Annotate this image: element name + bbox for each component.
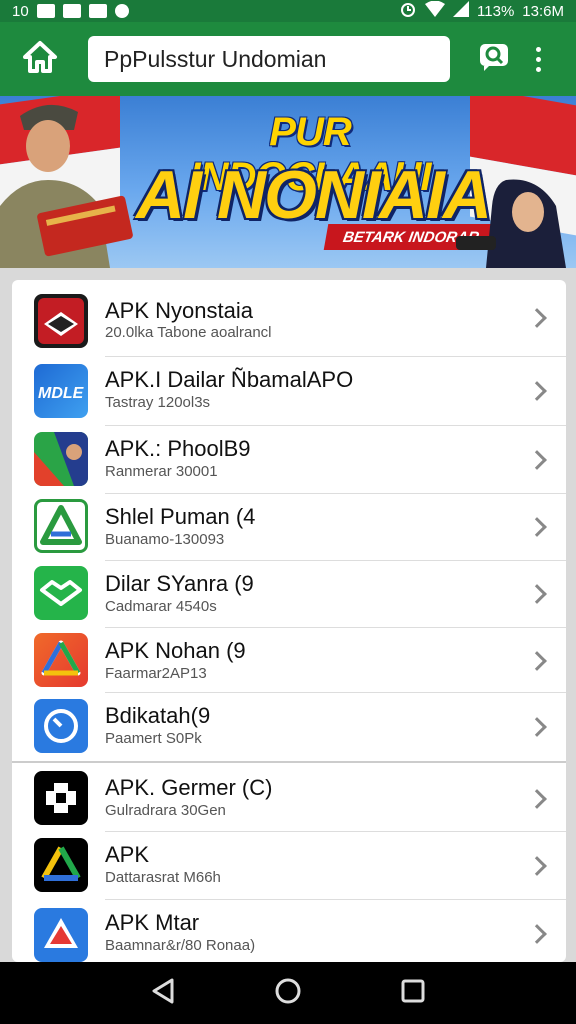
app-subtitle: Tastray 120ol3s	[105, 394, 211, 411]
app-title: APK. Germer (C)	[105, 775, 273, 800]
officer-illustration	[0, 96, 140, 268]
search-input[interactable]: PpPulsstur Undomian	[88, 36, 450, 82]
menu-dot-icon	[535, 56, 541, 62]
app-title: APK Nyonstaia	[105, 298, 253, 323]
app-title: Shlel Puman (4	[105, 504, 256, 529]
back-button[interactable]	[138, 968, 188, 1018]
handshake-icon	[34, 566, 88, 620]
clock: 13:6M	[522, 2, 564, 20]
back-icon	[150, 977, 176, 1010]
location-icon	[114, 4, 129, 18]
app-title: APK	[105, 842, 150, 867]
list-item[interactable]: APK Nyonstaia 20.0lka Tabone aoalrancl	[12, 280, 566, 356]
chevron-right-icon	[527, 450, 547, 470]
list-item[interactable]: APK Nohan (9 Faarmar2AP13	[12, 628, 566, 694]
list-item[interactable]: APK Dattarasrat M66h	[12, 832, 566, 900]
app-bar: PpPulsstur Undomian	[0, 22, 576, 96]
gallery-icon	[36, 4, 55, 18]
chevron-right-icon	[527, 517, 547, 537]
image-icon	[62, 4, 81, 18]
menu-dot-icon	[535, 66, 541, 72]
signal-icon	[453, 1, 470, 21]
app-title: APK.: PhoolB9	[105, 436, 251, 461]
list-item[interactable]: MDLE APK.I Dailar ÑbamalAPO Tastray 120o…	[12, 357, 566, 425]
app-subtitle: 20.0lka Tabone aoalrancl	[105, 324, 272, 341]
status-left: 10	[12, 3, 129, 20]
app-subtitle: Gulradrara 30Gen	[105, 802, 226, 819]
woman-illustration	[456, 176, 576, 268]
drive-outline-icon	[34, 499, 88, 553]
drive-dark-icon	[34, 838, 88, 892]
app-subtitle: Paamert S0Pk	[105, 730, 202, 747]
app-title: APK Nohan (9	[105, 638, 246, 663]
gauge-icon	[34, 699, 88, 753]
system-nav-bar	[0, 962, 576, 1024]
list-item[interactable]: APK. Germer (C) Gulradrara 30Gen	[12, 763, 566, 831]
chevron-right-icon	[527, 308, 547, 328]
chevron-right-icon	[527, 651, 547, 671]
chevron-right-icon	[527, 584, 547, 604]
drive-blue-icon	[34, 908, 88, 962]
chevron-right-icon	[527, 924, 547, 944]
app-subtitle: Dattarasrat M66h	[105, 869, 221, 886]
search-button[interactable]	[468, 33, 520, 85]
home-button[interactable]	[10, 29, 70, 89]
search-input-text: PpPulsstur Undomian	[104, 45, 327, 72]
battery-percent: 113%	[477, 2, 515, 20]
home-icon	[22, 40, 58, 79]
plus-icon	[34, 771, 88, 825]
drive-icon	[34, 633, 88, 687]
list-item[interactable]: APK.: PhoolB9 Ranmerar 30001	[12, 426, 566, 494]
wifi-icon	[425, 0, 446, 21]
svg-text:MDLE: MDLE	[38, 385, 85, 402]
status-bar: 10 113% 13:6M	[0, 0, 576, 22]
home-nav-button[interactable]	[263, 968, 313, 1018]
book-icon	[34, 294, 88, 348]
status-right: 113% 13:6M	[399, 0, 564, 22]
list-item[interactable]: Shlel Puman (4 Buanamo-130093	[12, 494, 566, 560]
chevron-right-icon	[527, 856, 547, 876]
app-list: APK Nyonstaia 20.0lka Tabone aoalrancl M…	[12, 280, 566, 962]
recents-button[interactable]	[388, 968, 438, 1018]
photo-icon	[88, 4, 107, 18]
app-title: APK Mtar	[105, 910, 200, 935]
list-item[interactable]: Dilar SYanra (9 Cadmarar 4540s	[12, 561, 566, 627]
search-icon	[478, 42, 510, 77]
app-title: APK.I Dailar ÑbamalAPO	[105, 367, 354, 392]
overflow-menu-button[interactable]	[520, 33, 556, 85]
mdle-icon: MDLE	[34, 364, 88, 418]
list-item[interactable]: Bdikatah(9 Paamert S0Pk	[12, 693, 566, 761]
list-item[interactable]: APK Mtar Baamnar&r/80 Ronaa)	[12, 900, 566, 962]
app-title: Bdikatah(9	[105, 703, 211, 728]
recents-square-icon	[400, 978, 426, 1009]
menu-dot-icon	[535, 46, 541, 52]
status-number: 10	[12, 2, 29, 20]
app-subtitle: Cadmarar 4540s	[105, 598, 217, 615]
chevron-right-icon	[527, 717, 547, 737]
chevron-right-icon	[527, 789, 547, 809]
app-subtitle: Baamnar&r/80 Ronaa)	[105, 937, 256, 954]
home-circle-icon	[274, 977, 302, 1010]
app-subtitle: Faarmar2AP13	[105, 665, 207, 682]
app-subtitle: Buanamo-130093	[105, 531, 225, 548]
chevron-right-icon	[527, 381, 547, 401]
app-title: Dilar SYanra (9	[105, 571, 254, 596]
alarm-icon	[399, 0, 417, 22]
banner-title-line2: AI NONIAIA	[136, 157, 492, 233]
app-subtitle: Ranmerar 30001	[105, 463, 218, 480]
promo-banner[interactable]: PUR INDOCLAAHI AI NONIAIA BETARK INDORAR	[0, 96, 576, 268]
poster-icon	[34, 432, 88, 486]
